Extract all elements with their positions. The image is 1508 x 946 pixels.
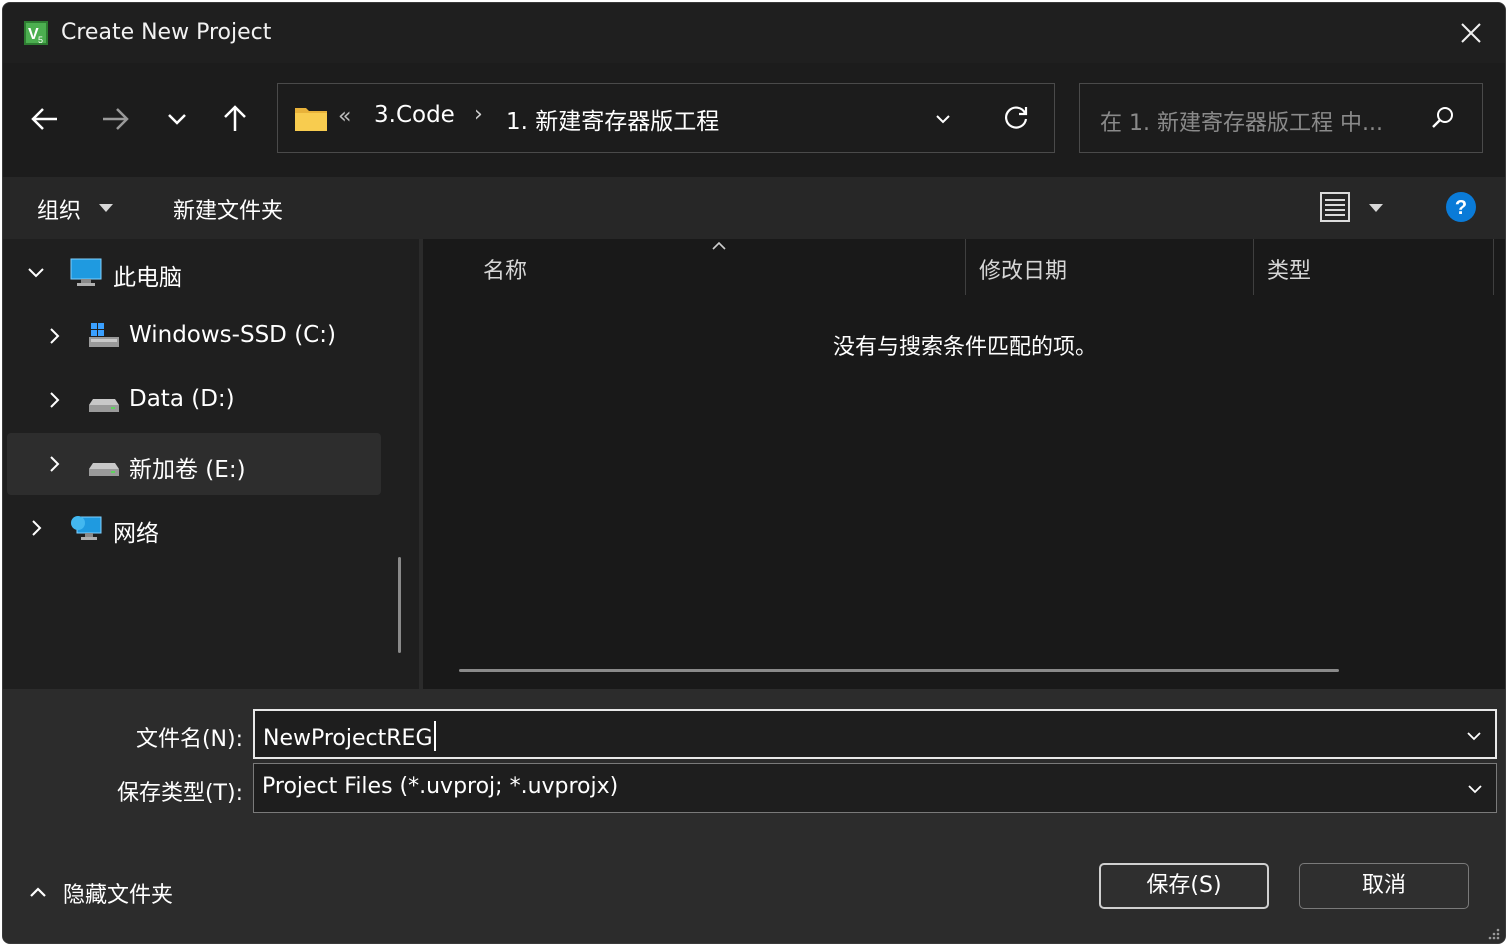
arrow-right-icon[interactable] — [95, 99, 135, 139]
tree-item-this-pc[interactable]: 此电脑 — [7, 241, 381, 303]
filename-value: NewProjectREG — [263, 726, 433, 751]
details-view-icon[interactable] — [1319, 191, 1351, 223]
search-box[interactable]: 在 1. 新建寄存器版工程 中... — [1079, 83, 1483, 153]
column-divider[interactable] — [965, 239, 966, 295]
search-input[interactable]: 在 1. 新建寄存器版工程 中... — [1100, 105, 1383, 137]
tree-label: 网络 — [113, 521, 159, 547]
chevron-down-icon[interactable] — [930, 106, 956, 132]
tree-item-network[interactable]: 网络 — [7, 497, 381, 559]
tree-label: 此电脑 — [113, 265, 182, 291]
tree-item-drive-e[interactable]: 新加卷 (E:) — [7, 433, 381, 495]
organize-button[interactable]: 组织 — [37, 193, 81, 225]
search-icon[interactable] — [1430, 105, 1456, 131]
chevron-right-icon[interactable] — [43, 389, 65, 411]
navigation-pane: 此电脑 Windows-SSD (C:) Data (D:) 新加卷 (E:) … — [3, 239, 419, 689]
network-icon — [71, 516, 102, 540]
tree-label: 新加卷 (E:) — [129, 457, 246, 483]
chevron-right-icon[interactable] — [43, 453, 65, 475]
windows-drive-icon — [89, 323, 119, 347]
keil-uvision-icon: V 5 — [24, 21, 48, 45]
filetype-value: Project Files (*.uvproj; *.uvprojx) — [262, 774, 619, 799]
chevron-right-icon[interactable] — [43, 325, 65, 347]
chevron-right-icon[interactable] — [25, 517, 47, 539]
caret-down-icon[interactable] — [1369, 203, 1383, 213]
window-title: Create New Project — [61, 20, 272, 45]
svg-text:?: ? — [1455, 197, 1467, 219]
title-bar: V 5 Create New Project — [3, 3, 1505, 63]
drive-icon — [89, 463, 119, 476]
navigation-bar: « 3.Code › 1. 新建寄存器版工程 在 1. 新建寄存器版工程 中..… — [3, 63, 1505, 177]
sidebar-scrollbar[interactable] — [398, 557, 401, 653]
chevron-up-icon — [30, 887, 46, 897]
overflow-chevron[interactable]: « — [338, 104, 351, 129]
svg-text:5: 5 — [38, 35, 43, 45]
drive-icon — [89, 399, 119, 412]
save-panel: 文件名(N): NewProjectREG 保存类型(T): Project F… — [3, 689, 1505, 943]
create-project-dialog: V 5 Create New Project « 3.Code › 1. 新建寄… — [2, 2, 1506, 944]
folder-icon — [295, 108, 327, 131]
horizontal-scrollbar[interactable] — [459, 669, 1339, 672]
save-button[interactable]: 保存(S) — [1099, 863, 1269, 909]
filename-label: 文件名(N): — [135, 727, 243, 752]
tree-item-drive-d[interactable]: Data (D:) — [7, 369, 381, 431]
arrow-left-icon[interactable] — [25, 99, 65, 139]
new-folder-button[interactable]: 新建文件夹 — [173, 193, 283, 225]
filetype-label: 保存类型(T): — [116, 781, 243, 806]
breadcrumb-current[interactable]: 1. 新建寄存器版工程 — [506, 102, 719, 136]
tree-item-drive-c[interactable]: Windows-SSD (C:) — [7, 305, 381, 367]
filename-field[interactable]: NewProjectREG — [253, 709, 1497, 759]
address-bar[interactable]: « 3.Code › 1. 新建寄存器版工程 — [277, 83, 1055, 153]
text-cursor — [433, 721, 436, 751]
tree-label: Data (D:) — [129, 386, 235, 412]
filetype-select[interactable]: Project Files (*.uvproj; *.uvprojx) — [253, 763, 1497, 813]
column-header-name[interactable]: 名称 — [483, 253, 527, 285]
hide-folders-label: 隐藏文件夹 — [63, 883, 174, 908]
column-divider[interactable] — [1493, 239, 1494, 295]
chevron-down-icon[interactable] — [1463, 725, 1485, 747]
column-header-date[interactable]: 修改日期 — [979, 253, 1067, 285]
tree-label: Windows-SSD (C:) — [129, 322, 336, 348]
resize-grip-icon[interactable] — [1485, 925, 1501, 941]
sort-up-icon — [712, 241, 726, 250]
toolbar: 组织 新建文件夹 ? — [3, 177, 1505, 239]
column-header-type[interactable]: 类型 — [1267, 253, 1311, 285]
file-list: 名称 修改日期 类型 没有与搜索条件匹配的项。 — [423, 239, 1505, 689]
empty-message: 没有与搜索条件匹配的项。 — [832, 335, 1097, 360]
breadcrumb-separator[interactable]: › — [474, 102, 483, 127]
caret-down-icon[interactable] — [99, 203, 113, 213]
arrow-up-icon[interactable] — [215, 99, 255, 139]
help-icon[interactable]: ? — [1445, 191, 1477, 223]
column-divider[interactable] — [1253, 239, 1254, 295]
cancel-button[interactable]: 取消 — [1299, 863, 1469, 909]
chevron-down-icon[interactable] — [25, 261, 47, 283]
computer-icon — [70, 258, 102, 286]
hide-folders-toggle[interactable]: 隐藏文件夹 — [25, 877, 205, 908]
chevron-down-icon[interactable] — [1464, 778, 1486, 800]
filename-input[interactable]: NewProjectREG — [263, 721, 436, 751]
close-icon[interactable] — [1451, 13, 1491, 53]
breadcrumb-code[interactable]: 3.Code — [374, 102, 455, 128]
chevron-down-icon[interactable] — [157, 99, 197, 139]
refresh-icon[interactable] — [1002, 102, 1032, 132]
